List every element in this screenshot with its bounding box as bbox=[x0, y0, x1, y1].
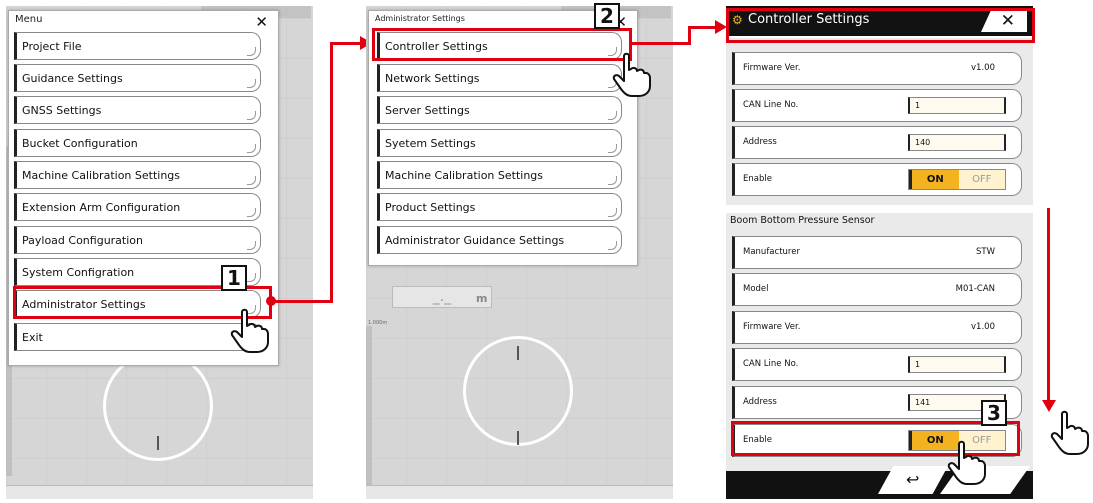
row-label: Address bbox=[743, 137, 777, 147]
menu-item-payload-configuration[interactable]: Payload Configuration bbox=[14, 226, 261, 254]
enable-toggle[interactable]: ON OFF bbox=[908, 169, 1006, 190]
row-label: CAN Line No. bbox=[743, 100, 799, 110]
row-manufacturer: Manufacturer STW bbox=[732, 236, 1022, 269]
row-label: Enable bbox=[743, 174, 772, 184]
toggle-on[interactable]: ON bbox=[909, 170, 959, 189]
row-firmware-ver-2: Firmware Ver. v1.00 bbox=[732, 311, 1022, 344]
hand-pointer-icon bbox=[947, 440, 986, 485]
menu-item-system-settings[interactable]: Syetem Settings bbox=[377, 129, 622, 157]
menu-item-product-settings[interactable]: Product Settings bbox=[377, 193, 622, 221]
menu-item-guidance-settings[interactable]: Guidance Settings bbox=[14, 64, 261, 92]
address-input[interactable]: 140 bbox=[908, 134, 1006, 151]
connector-line-1b bbox=[330, 42, 333, 303]
elevation-scale bbox=[366, 326, 372, 486]
connector-line-1 bbox=[272, 300, 332, 303]
step-number-3: 3 bbox=[981, 400, 1007, 426]
back-arrow-icon: ↩ bbox=[906, 470, 920, 489]
menu-item-server-settings[interactable]: Server Settings bbox=[377, 96, 622, 124]
bottom-bar bbox=[366, 485, 673, 499]
highlight-controller-settings bbox=[372, 28, 632, 61]
screen-menu: Menu ✕ Project File Guidance Settings GN… bbox=[6, 6, 313, 499]
center-tick-bottom bbox=[517, 431, 519, 445]
step-number-2: 2 bbox=[594, 3, 620, 29]
row-address: Address 140 bbox=[732, 126, 1022, 159]
row-address-2: Address 141 bbox=[732, 386, 1022, 419]
row-can-line-2: CAN Line No. 1 bbox=[732, 348, 1022, 381]
menu-item-exit[interactable]: Exit bbox=[14, 323, 261, 351]
menu-item-admin-guidance[interactable]: Administrator Guidance Settings bbox=[377, 226, 622, 254]
highlight-header bbox=[726, 8, 1035, 43]
row-label: Model bbox=[743, 284, 769, 294]
step-number-1: 1 bbox=[221, 265, 247, 291]
menu-item-network-settings[interactable]: Network Settings bbox=[377, 64, 622, 92]
scroll-down-arrow bbox=[1047, 208, 1050, 403]
row-can-line: CAN Line No. 1 bbox=[732, 89, 1022, 122]
row-value: v1.00 bbox=[971, 322, 995, 332]
menu-item-extension-arm[interactable]: Extension Arm Configuration bbox=[14, 193, 261, 221]
row-label: Address bbox=[743, 397, 777, 407]
row-model: Model M01-CAN bbox=[732, 273, 1022, 306]
connector-line-1c bbox=[330, 42, 364, 45]
row-value: STW bbox=[976, 247, 995, 257]
center-tick-bottom bbox=[157, 436, 159, 450]
hand-pointer-icon bbox=[230, 308, 269, 353]
row-value: M01-CAN bbox=[955, 284, 995, 294]
menu-item-project-file[interactable]: Project File bbox=[14, 32, 261, 60]
close-icon[interactable]: ✕ bbox=[255, 13, 268, 31]
section-divider bbox=[726, 205, 1033, 213]
connector-line-2 bbox=[632, 42, 690, 45]
menu-title: Administrator Settings bbox=[375, 14, 465, 23]
readout-unit: m bbox=[476, 292, 488, 305]
menu-item-gnss-settings[interactable]: GNSS Settings bbox=[14, 96, 261, 124]
menu-title: Menu bbox=[15, 14, 43, 25]
connector-dot bbox=[266, 296, 276, 306]
row-label: Firmware Ver. bbox=[743, 63, 801, 73]
toggle-off[interactable]: OFF bbox=[958, 170, 1005, 189]
menu-item-bucket-configuration[interactable]: Bucket Configuration bbox=[14, 129, 261, 157]
row-label: Firmware Ver. bbox=[743, 322, 801, 332]
can-line-input-2[interactable]: 1 bbox=[908, 356, 1006, 373]
row-label: Manufacturer bbox=[743, 247, 800, 257]
bottom-bar bbox=[6, 485, 313, 499]
row-value: v1.00 bbox=[971, 63, 995, 73]
menu-item-machine-calibration[interactable]: Machine Calibration Settings bbox=[14, 161, 261, 189]
row-firmware-ver: Firmware Ver. v1.00 bbox=[732, 52, 1022, 85]
row-label: CAN Line No. bbox=[743, 359, 799, 369]
row-enable: Enable ON OFF bbox=[732, 163, 1022, 196]
center-tick-top bbox=[517, 346, 519, 360]
hand-pointer-icon bbox=[612, 52, 651, 97]
section-title: Boom Bottom Pressure Sensor bbox=[730, 215, 875, 226]
menu-item-machine-calibration[interactable]: Machine Calibration Settings bbox=[377, 161, 622, 189]
connector-line-2c bbox=[688, 26, 718, 29]
can-line-input[interactable]: 1 bbox=[908, 97, 1006, 114]
hand-scroll-icon bbox=[1050, 410, 1089, 455]
